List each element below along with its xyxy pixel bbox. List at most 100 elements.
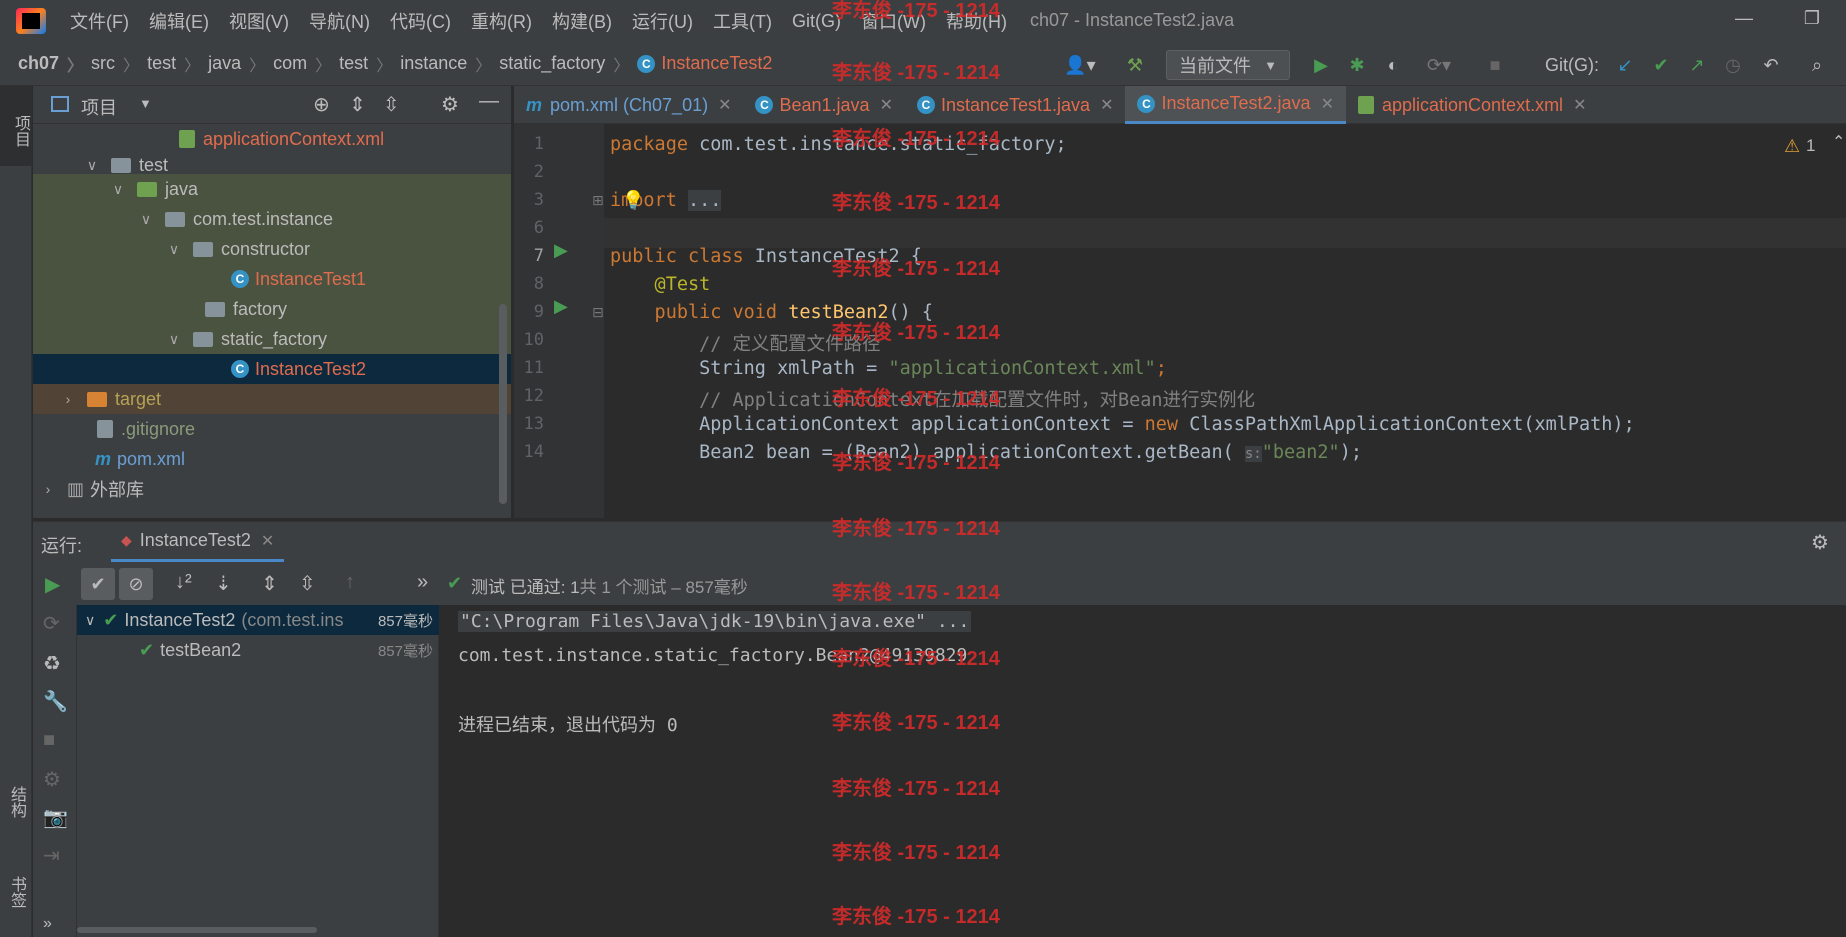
breadcrumb-item[interactable]: test 〉: [339, 52, 400, 76]
tree-item-selected[interactable]: C InstanceTest2: [33, 354, 511, 384]
breadcrumb-item[interactable]: instance 〉: [400, 52, 499, 76]
build-hammer-icon[interactable]: ⚒: [1118, 50, 1152, 80]
stop-icon[interactable]: ■: [1480, 50, 1510, 80]
chevron-down-icon[interactable]: ∨: [167, 241, 181, 258]
chevron-down-icon[interactable]: ∨: [111, 181, 125, 198]
debug-icon[interactable]: ⟳: [43, 611, 60, 636]
collapse-all-icon[interactable]: ⇳: [383, 92, 400, 117]
run-icon[interactable]: ▶: [1306, 50, 1336, 80]
breadcrumb-item[interactable]: ch07 〉: [18, 52, 91, 76]
chevron-down-icon[interactable]: ∨: [85, 157, 99, 174]
close-icon[interactable]: ✕: [1573, 95, 1586, 115]
test-case-row[interactable]: ✔ testBean2 857毫秒: [77, 635, 439, 665]
menu-run[interactable]: 运行(U): [622, 8, 703, 34]
chevron-right-icon[interactable]: ›: [41, 481, 55, 497]
test-suite-row[interactable]: ∨ ✔ InstanceTest2 (com.test.ins 857毫秒: [77, 605, 439, 635]
breadcrumb-item[interactable]: static_factory 〉: [499, 52, 637, 76]
camera-icon[interactable]: 📷: [43, 805, 68, 830]
sort-alpha-icon[interactable]: ↓²: [175, 571, 192, 594]
rollback-icon[interactable]: ↶: [1756, 50, 1786, 80]
tree-item[interactable]: ∨ static_factory: [33, 324, 511, 354]
restore-button[interactable]: ❐: [1792, 8, 1832, 34]
profile-icon[interactable]: ⟳▾: [1414, 50, 1464, 80]
expand-all-icon[interactable]: ⇕: [349, 92, 366, 117]
gear-icon[interactable]: ⚙: [1811, 530, 1829, 555]
more-icon[interactable]: »: [417, 571, 428, 594]
tree-item[interactable]: › ▥ 外部库: [33, 474, 511, 504]
tree-item[interactable]: ∨ constructor: [33, 234, 511, 264]
tree-item[interactable]: C InstanceTest1: [33, 264, 511, 294]
close-icon[interactable]: ✕: [1321, 94, 1334, 114]
run-config-select[interactable]: 当前文件 ▼: [1166, 50, 1290, 80]
tab-instancetest1[interactable]: C InstanceTest1.java ✕: [905, 86, 1126, 124]
locate-icon[interactable]: ⊕: [313, 92, 330, 117]
collapse-all-icon[interactable]: ⇳: [299, 571, 316, 596]
close-icon[interactable]: ✕: [1100, 95, 1113, 115]
git-push-icon[interactable]: ↗: [1682, 50, 1712, 80]
breadcrumb-item[interactable]: test 〉: [147, 52, 208, 76]
tab-applicationcontext[interactable]: applicationContext.xml ✕: [1346, 86, 1599, 124]
tab-pom-xml[interactable]: m pom.xml (Ch07_01) ✕: [514, 86, 743, 124]
structure-tool-tab[interactable]: 结构: [4, 786, 28, 818]
breadcrumb-item[interactable]: src 〉: [91, 52, 147, 76]
tree-item[interactable]: › target: [33, 384, 511, 414]
tree-item[interactable]: .gitignore: [33, 414, 511, 444]
menu-code[interactable]: 代码(C): [380, 8, 461, 34]
project-tool-tab[interactable]: 项目: [0, 86, 32, 166]
gear-icon[interactable]: ⚙: [43, 767, 61, 792]
tab-instancetest2[interactable]: C InstanceTest2.java ✕: [1125, 86, 1346, 124]
gear-icon[interactable]: ⚙: [441, 92, 459, 117]
breadcrumb-item[interactable]: C InstanceTest2: [637, 53, 772, 74]
tab-bean1[interactable]: C Bean1.java ✕: [743, 86, 904, 124]
warning-icon[interactable]: ⚠: [1784, 136, 1800, 157]
rerun-icon[interactable]: ▶: [45, 572, 60, 597]
wrench-icon[interactable]: 🔧: [43, 689, 68, 714]
fold-icon[interactable]: ⊟: [592, 304, 604, 321]
close-icon[interactable]: ✕: [718, 95, 731, 115]
close-icon[interactable]: ✕: [261, 531, 274, 551]
tree-scrollbar[interactable]: [499, 304, 507, 504]
chevron-up-icon[interactable]: ⌃: [1832, 132, 1845, 152]
git-update-icon[interactable]: ↙: [1610, 50, 1640, 80]
sort-duration-icon[interactable]: ⇣: [215, 571, 232, 596]
minimize-button[interactable]: —: [1724, 8, 1764, 34]
chevron-down-icon[interactable]: ∨: [139, 211, 153, 228]
search-icon[interactable]: ⌕: [1802, 50, 1832, 80]
expand-all-icon[interactable]: ⇕: [261, 571, 278, 596]
breadcrumb-item[interactable]: java 〉: [208, 52, 273, 76]
debug-icon[interactable]: ✱: [1342, 50, 1372, 80]
menu-refactor[interactable]: 重构(R): [461, 8, 542, 34]
project-title[interactable]: 项目: [81, 94, 117, 120]
chevron-down-icon[interactable]: ▼: [139, 96, 152, 111]
show-passed-icon[interactable]: ✔: [81, 568, 115, 600]
prev-failed-icon[interactable]: ↑: [345, 571, 355, 594]
exit-icon[interactable]: ⇥: [43, 843, 60, 868]
git-commit-icon[interactable]: ✔: [1646, 50, 1676, 80]
results-scrollbar[interactable]: [77, 927, 317, 933]
code-editor[interactable]: package com.test.instance.static_factory…: [604, 124, 1846, 518]
breadcrumb-item[interactable]: com 〉: [273, 52, 339, 76]
user-icon[interactable]: 👤▾: [1058, 50, 1102, 80]
hide-icon[interactable]: —: [479, 90, 499, 113]
chevron-down-icon[interactable]: ∨: [85, 612, 95, 629]
bookmarks-tool-tab[interactable]: 书签: [4, 876, 28, 908]
console-line[interactable]: "C:\Program Files\Java\jdk-19\bin\java.e…: [458, 611, 972, 632]
more-icon[interactable]: »: [43, 915, 52, 933]
menu-build[interactable]: 构建(B): [542, 8, 622, 34]
coverage-icon[interactable]: ◐: [1378, 50, 1408, 80]
menu-view[interactable]: 视图(V): [219, 8, 299, 34]
chevron-right-icon[interactable]: ›: [61, 391, 75, 407]
menu-tools[interactable]: 工具(T): [703, 8, 782, 34]
menu-navigate[interactable]: 导航(N): [299, 8, 380, 34]
tree-item[interactable]: factory: [33, 294, 511, 324]
console-output[interactable]: "C:\Program Files\Java\jdk-19\bin\java.e…: [440, 605, 1846, 937]
run-tab[interactable]: ◆ InstanceTest2 ✕: [111, 522, 285, 562]
chevron-down-icon[interactable]: ∨: [167, 331, 181, 348]
history-icon[interactable]: ◷: [1718, 50, 1748, 80]
toggle-auto-test-icon[interactable]: ♻: [43, 651, 61, 676]
close-icon[interactable]: ✕: [880, 95, 893, 115]
tree-item[interactable]: ∨ com.test.instance: [33, 204, 511, 234]
lightbulb-icon[interactable]: 💡: [622, 190, 644, 211]
menu-file[interactable]: 文件(F): [60, 8, 139, 34]
run-gutter-icon[interactable]: ▶: [554, 240, 568, 261]
